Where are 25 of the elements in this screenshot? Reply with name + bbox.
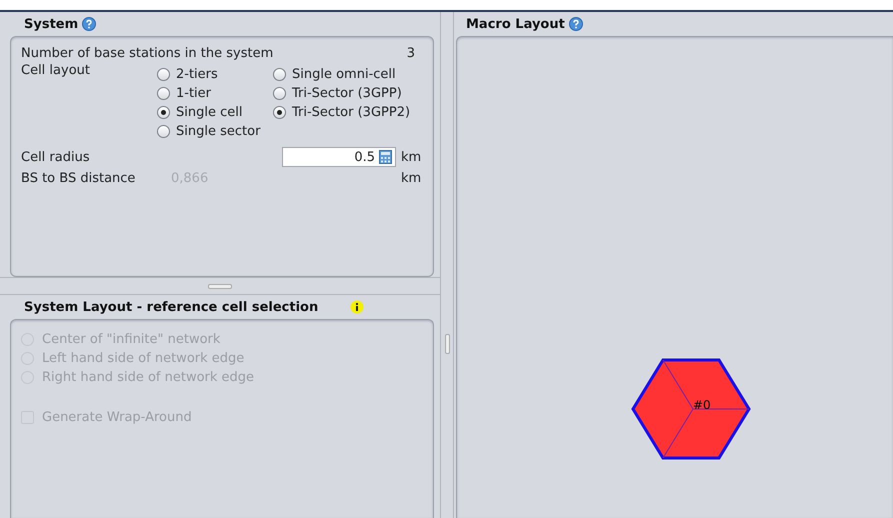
field-value: 3 xyxy=(406,46,415,60)
field-label: Cell layout xyxy=(21,63,91,80)
unit-label: km xyxy=(401,170,422,186)
unit-label: km xyxy=(401,150,422,164)
splitter-handle[interactable] xyxy=(208,284,232,288)
help-icon[interactable] xyxy=(568,17,583,31)
radio-option[interactable]: 1-tier xyxy=(157,84,273,102)
radio-option[interactable]: Single cell xyxy=(157,103,273,121)
calculator-icon[interactable] xyxy=(379,150,392,164)
panel-title: System Layout - reference cell selection xyxy=(24,300,318,314)
radio-option[interactable]: Tri-Sector (3GPP) xyxy=(273,84,410,102)
radio-option[interactable]: Tri-Sector (3GPP2) xyxy=(273,103,410,121)
field-label: Number of base stations in the system xyxy=(21,46,274,60)
panel-title: Macro Layout xyxy=(466,16,565,32)
radio-option[interactable]: Single sector xyxy=(157,122,273,140)
radio-option[interactable]: 2-tiers xyxy=(157,65,273,83)
cell-label: #0 xyxy=(693,398,711,412)
panel-title: System xyxy=(24,16,78,32)
info-icon[interactable] xyxy=(350,300,364,314)
radio-option[interactable]: Single omni-cell xyxy=(273,65,410,83)
help-icon[interactable] xyxy=(82,17,96,31)
splitter-handle[interactable] xyxy=(444,334,450,354)
field-label: Cell radius xyxy=(21,150,90,164)
field-label: BS to BS distance xyxy=(21,170,136,186)
input-field[interactable]: 0.5 xyxy=(282,147,396,167)
